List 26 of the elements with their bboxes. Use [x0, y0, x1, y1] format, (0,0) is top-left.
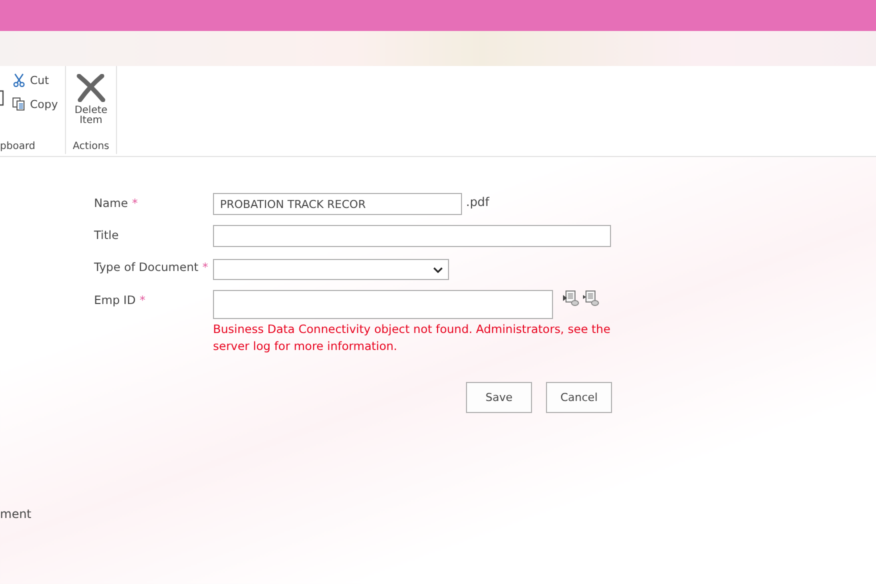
field-label: Type of Document — [94, 260, 198, 274]
group-label: pboard — [0, 141, 36, 154]
footer-text: ment — [0, 507, 32, 521]
field-label: Name — [94, 196, 128, 210]
required-mark: * — [132, 196, 138, 210]
group-label: Actions — [72, 141, 110, 154]
ribbon-button[interactable]: Copy — [12, 94, 58, 114]
copy-icon — [12, 97, 26, 111]
file-extension: .pdf — [465, 194, 490, 209]
title-field[interactable] — [213, 225, 611, 247]
form-button[interactable]: Cancel — [546, 382, 612, 413]
browse-icon[interactable] — [583, 290, 599, 306]
check-names-icon[interactable] — [563, 290, 579, 306]
name-field[interactable]: PROBATION TRACK RECOR — [213, 193, 462, 215]
delete-item-button[interactable]: Delete Item — [66, 66, 116, 141]
required-mark: * — [202, 260, 208, 274]
scissors-icon — [12, 73, 26, 87]
form-button[interactable]: Save — [466, 382, 532, 413]
delete-icon — [76, 74, 106, 102]
error-message: Business Data Connectivity object not found. Administrators, see the server log for more information. — [213, 321, 612, 355]
ribbon-button[interactable]: Cut — [12, 70, 58, 90]
emp-id-field[interactable] — [213, 290, 553, 319]
field-label: Title — [94, 228, 119, 242]
field-label: Emp ID — [94, 293, 136, 307]
caret-icon — [433, 266, 443, 272]
required-mark: * — [140, 293, 146, 307]
